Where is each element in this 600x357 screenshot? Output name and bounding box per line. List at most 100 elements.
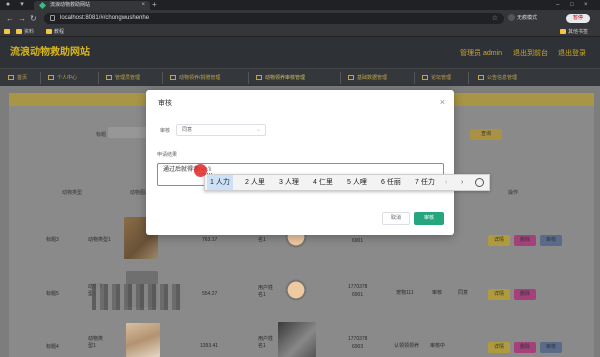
profile-icon[interactable]: ● (4, 1, 12, 9)
row3-title: 标题4 (46, 344, 59, 350)
other-bookmarks[interactable]: 其他书签 (560, 28, 588, 36)
status-select[interactable]: 同意 ⌄ (176, 124, 266, 136)
row2-title: 标题5 (46, 291, 59, 297)
ime-candidate-bar: 1 人力 2 人里 3 人理 4 仁里 5 人哩 6 任丽 7 任力 ‹ › (204, 174, 490, 191)
col-head-ops: 操作 (508, 190, 519, 196)
row2-phone-a: 1770378 (348, 284, 368, 290)
ime-candidate[interactable]: 2 人里 (245, 175, 265, 190)
review-button[interactable]: 审核 (540, 235, 562, 246)
row2-owner: 用户姓名1 (258, 285, 274, 298)
ime-candidate[interactable]: 3 人理 (279, 175, 299, 190)
folder-icon (16, 29, 22, 35)
bookmark-apps[interactable] (4, 28, 12, 36)
pet-photo[interactable] (126, 323, 160, 357)
url-input[interactable]: localhost:8081/#/chongwushenhe ☆ (44, 13, 504, 24)
window-close-icon[interactable]: × (584, 0, 588, 10)
delete-button[interactable]: 删除 (514, 289, 536, 300)
ime-candidate[interactable]: 4 仁里 (313, 175, 333, 190)
admin-icon (106, 75, 112, 81)
user-icon (48, 75, 54, 81)
incognito-label: 无痕模式 (517, 15, 538, 21)
cancel-button[interactable]: 取消 (382, 212, 410, 225)
ime-candidate[interactable]: 5 人哩 (347, 175, 367, 190)
row1-type: 动物类型1 (88, 237, 111, 243)
announcement-icon (478, 75, 484, 81)
close-icon[interactable]: × (440, 97, 445, 107)
pet-icon (170, 75, 176, 81)
row2-status: 审核 (432, 290, 443, 296)
ime-prev-icon[interactable]: ‹ (445, 175, 447, 190)
forum-icon (422, 75, 428, 81)
search-label: 标题 (96, 132, 107, 138)
row3-price: 1393.41 (200, 343, 219, 349)
ime-candidate[interactable]: 1 人力 (207, 175, 233, 190)
incognito-indicator[interactable]: 无痕模式 (508, 13, 537, 24)
address-bar-row: ← → ↻ localhost:8081/#/chongwushenhe ☆ 无… (0, 10, 600, 27)
site-info-icon[interactable] (50, 15, 55, 21)
detail-button[interactable]: 详情 (488, 235, 510, 246)
main-nav: 首页 个人中心 管理员管理 动物领养/捐赠管理 动物领养审核管理 基础数据管理 … (0, 68, 600, 86)
bookmark-item-1[interactable]: 教程 (46, 28, 64, 36)
nav-item-announcement[interactable]: 公告信息管理 (478, 69, 517, 87)
row3-type: 动物类型1 (88, 336, 104, 349)
review-button[interactable]: 审核 (540, 342, 562, 353)
ime-next-icon[interactable]: › (461, 175, 463, 190)
bookmark-item-0[interactable]: 资料 (16, 28, 34, 36)
back-icon[interactable]: ← (6, 13, 14, 24)
maximize-icon[interactable]: □ (570, 0, 574, 10)
row3-status: 审核中 (430, 343, 446, 349)
result-field-label: 申请结果 (157, 152, 178, 158)
row1-phone-b: 6901 (352, 238, 364, 244)
home-icon (8, 75, 14, 81)
mosaic-overlay (92, 284, 182, 310)
mouse-cursor-highlight (194, 164, 207, 177)
status-field-label: 审核 (160, 128, 171, 134)
row3-phone-b: 6903 (352, 344, 364, 350)
browser-tab[interactable]: 流浪动物救助网站 × (34, 1, 150, 10)
review-icon (256, 75, 262, 81)
chevron-down-icon: ⌄ (255, 127, 261, 133)
folder-icon (4, 29, 10, 35)
row2-result: 同意 (458, 290, 469, 296)
bookmark-star-icon[interactable]: ☆ (492, 13, 498, 24)
query-button[interactable]: 查询 (470, 129, 502, 140)
cartoon-avatar[interactable] (284, 278, 308, 308)
tab-close-icon[interactable]: × (141, 1, 145, 9)
app-header: 流浪动物救助网站 管理员 admin 退出到前台 退出登录 (0, 37, 600, 68)
emoji-icon[interactable] (475, 178, 484, 187)
nav-item-home[interactable]: 首页 (8, 69, 27, 87)
status-select-value: 同意 (182, 127, 193, 133)
nav-item-profile[interactable]: 个人中心 (48, 69, 77, 87)
ime-candidate[interactable]: 6 任丽 (381, 175, 401, 190)
new-tab-icon[interactable]: + (152, 0, 157, 10)
nav-item-basic-data[interactable]: 基础数据管理 (348, 69, 387, 87)
owner-photo[interactable] (278, 322, 316, 357)
reload-icon[interactable]: ↻ (30, 13, 37, 24)
row2-price: 554.27 (202, 291, 218, 297)
nav-item-admin[interactable]: 管理员管理 (106, 69, 140, 87)
ime-candidate[interactable]: 7 任力 (415, 175, 435, 190)
dialog-title: 审核 (158, 100, 172, 107)
nav-item-adoption[interactable]: 动物领养/捐赠管理 (170, 69, 220, 87)
incognito-icon (508, 14, 515, 22)
minimize-icon[interactable]: – (556, 0, 559, 10)
tab-search-icon[interactable]: ▾ (18, 1, 26, 9)
confirm-review-button[interactable]: 审核 (414, 212, 444, 225)
delete-button[interactable]: 删除 (514, 235, 536, 246)
nav-item-adoption-review[interactable]: 动物领养审核管理 (256, 69, 305, 87)
pause-button[interactable]: 暂停 (566, 14, 590, 23)
nav-item-forum[interactable]: 论坛管理 (422, 69, 451, 87)
detail-button[interactable]: 详情 (488, 289, 510, 300)
detail-button[interactable]: 详情 (488, 342, 510, 353)
back-to-frontend-link[interactable]: 退出到前台 (513, 49, 548, 58)
tab-title: 流浪动物救助网站 (50, 2, 91, 8)
logout-link[interactable]: 退出登录 (558, 49, 586, 58)
row3-contact: 认领领领养 (394, 343, 420, 349)
site-title: 流浪动物救助网站 (10, 47, 90, 58)
forward-icon[interactable]: → (18, 13, 26, 24)
delete-button[interactable]: 删除 (514, 342, 536, 353)
vue-favicon-icon (38, 1, 47, 10)
row3-owner: 用户姓名1 (258, 336, 274, 349)
folder-icon (560, 29, 566, 35)
admin-user-label: 管理员 admin (460, 50, 503, 57)
